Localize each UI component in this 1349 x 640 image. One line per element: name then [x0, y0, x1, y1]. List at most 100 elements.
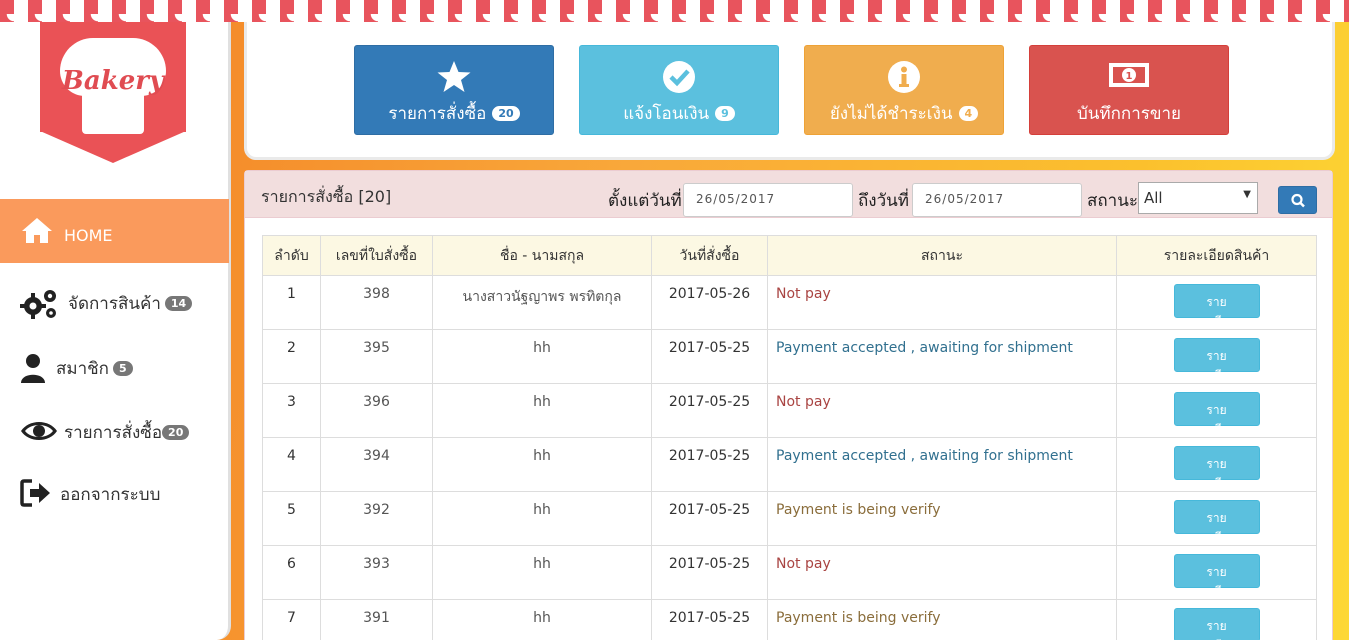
- awning-scallop: [0, 14, 1349, 26]
- detail-button[interactable]: รายละเอียด: [1173, 608, 1260, 640]
- count-badge: 4: [958, 106, 979, 121]
- search-button[interactable]: [1278, 186, 1317, 214]
- tile-label: แจ้งโอนเงิน: [623, 104, 710, 124]
- detail-button[interactable]: รายละเอียด: [1173, 338, 1260, 382]
- sidebar-item-products[interactable]: จัดการสินค้า 14: [0, 271, 229, 335]
- cell-name: hh: [432, 491, 652, 546]
- cell-name: hh: [432, 545, 652, 600]
- detail-button[interactable]: รายละเอียด: [1173, 554, 1260, 598]
- count-badge: 20: [492, 106, 520, 121]
- tile-unpaid[interactable]: ยังไม่ได้ชำระเงิน 4: [804, 45, 1004, 135]
- eye-icon: [20, 416, 57, 448]
- chef-hat-icon: Bakery: [60, 38, 166, 134]
- count-badge: 14: [164, 295, 193, 311]
- check-circle-icon: [580, 60, 778, 94]
- detail-button[interactable]: รายละเอียด: [1173, 392, 1260, 436]
- cell-name: hh: [432, 599, 652, 640]
- status-filter-label: สถานะ: [1087, 191, 1138, 211]
- svg-text:1: 1: [1126, 71, 1133, 82]
- star-icon: [355, 60, 553, 94]
- to-date-label: ถึงวันที่: [858, 191, 909, 211]
- money-icon: 1: [1030, 60, 1228, 94]
- panel-title: รายการสั่งซื้อ [20]: [261, 187, 392, 206]
- count-badge: 5: [112, 360, 133, 376]
- detail-button[interactable]: รายละเอียด: [1173, 284, 1260, 328]
- cell-date: 2017-05-25: [651, 329, 768, 384]
- cell-date: 2017-05-25: [651, 383, 768, 438]
- summary-card: รายการสั่งซื้อ 20 แจ้งโอนเงิน 9 ยังไม่ได้ช…: [244, 10, 1335, 160]
- cell-name: hh: [432, 329, 652, 384]
- cell-status: Payment accepted , awaiting for shipment: [767, 329, 1117, 384]
- cell-date: 2017-05-26: [651, 275, 768, 330]
- sidebar-item-label: HOME: [64, 225, 113, 245]
- cell-date: 2017-05-25: [651, 437, 768, 492]
- table-header-row: ลำดับ เลขที่ใบสั่งซื้อ ชื่อ - นามสกุล วั…: [262, 235, 1317, 276]
- cell-order-id: 393: [320, 545, 433, 600]
- cell-date: 2017-05-25: [651, 491, 768, 546]
- tile-orders[interactable]: รายการสั่งซื้อ 20: [354, 45, 554, 135]
- table-row: 5 392 hh 2017-05-25 Payment is being ver…: [262, 491, 1317, 546]
- table-row: 1 398 นางสาวนัฐญาพร พรทิตกุล 2017-05-26 …: [262, 275, 1317, 330]
- column-header[interactable]: เลขที่ใบสั่งซื้อ: [320, 235, 433, 276]
- table-row: 4 394 hh 2017-05-25 Payment accepted , a…: [262, 437, 1317, 492]
- sidebar-item-label: สมาชิก: [56, 358, 109, 379]
- cell-detail: รายละเอียด: [1116, 437, 1317, 492]
- search-icon: [1291, 193, 1305, 208]
- sidebar-item-label: รายการสั่งซื้อ: [64, 422, 163, 443]
- cell-index: 4: [262, 437, 321, 492]
- tile-label: รายการสั่งซื้อ: [388, 104, 487, 124]
- cell-index: 3: [262, 383, 321, 438]
- cell-status: Payment is being verify: [767, 599, 1117, 640]
- cell-name: hh: [432, 383, 652, 438]
- from-date-input[interactable]: 26/05/2017: [683, 183, 853, 217]
- sign-out-icon: [20, 478, 52, 510]
- column-header[interactable]: วันที่สั่งซื้อ: [651, 235, 768, 276]
- sidebar-item-home[interactable]: HOME: [0, 199, 229, 263]
- cell-order-id: 396: [320, 383, 433, 438]
- cell-detail: รายละเอียด: [1116, 545, 1317, 600]
- tile-label: ยังไม่ได้ชำระเงิน: [829, 104, 953, 124]
- sidebar-item-orders[interactable]: รายการสั่งซื้อ 20: [0, 400, 229, 464]
- tile-label: บันทึกการขาย: [1076, 104, 1181, 124]
- table-row: 7 391 hh 2017-05-25 Payment is being ver…: [262, 599, 1317, 640]
- cell-index: 2: [262, 329, 321, 384]
- column-header[interactable]: ชื่อ - นามสกุล: [432, 235, 652, 276]
- detail-button[interactable]: รายละเอียด: [1173, 446, 1260, 490]
- sidebar-item-label: จัดการสินค้า: [68, 293, 161, 314]
- column-header[interactable]: ลำดับ: [262, 235, 321, 276]
- cell-status: Not pay: [767, 545, 1117, 600]
- orders-table: ลำดับ เลขที่ใบสั่งซื้อ ชื่อ - นามสกุล วั…: [262, 235, 1317, 640]
- info-circle-icon: [805, 60, 1003, 94]
- from-date-label: ตั้งแต่วันที่: [608, 191, 682, 211]
- cell-detail: รายละเอียด: [1116, 491, 1317, 546]
- cell-date: 2017-05-25: [651, 599, 768, 640]
- cell-status: Payment accepted , awaiting for shipment: [767, 437, 1117, 492]
- sidebar-item-logout[interactable]: ออกจากระบบ: [0, 462, 229, 526]
- status-select[interactable]: All ▼: [1138, 182, 1258, 214]
- to-date-input[interactable]: 26/05/2017: [912, 183, 1082, 217]
- sidebar-item-label: ออกจากระบบ: [60, 484, 161, 505]
- cell-index: 5: [262, 491, 321, 546]
- detail-button[interactable]: รายละเอียด: [1173, 500, 1260, 544]
- cell-detail: รายละเอียด: [1116, 275, 1317, 330]
- cell-order-id: 394: [320, 437, 433, 492]
- cell-detail: รายละเอียด: [1116, 329, 1317, 384]
- cell-order-id: 398: [320, 275, 433, 330]
- table-row: 2 395 hh 2017-05-25 Payment accepted , a…: [262, 329, 1317, 384]
- status-select-value: All: [1144, 189, 1163, 207]
- cell-detail: รายละเอียด: [1116, 599, 1317, 640]
- tile-sales-record[interactable]: 1 บันทึกการขาย: [1029, 45, 1229, 135]
- caret-down-icon: ▼: [1243, 189, 1251, 200]
- column-header[interactable]: รายละเอียดสินค้า: [1116, 235, 1317, 276]
- sidebar: Bakery HOME จัดการสินค้า 14 สมาชิก 5 ราย…: [0, 0, 231, 640]
- home-icon: [20, 215, 56, 247]
- column-header[interactable]: สถานะ: [767, 235, 1117, 276]
- sidebar-item-members[interactable]: สมาชิก 5: [0, 336, 229, 400]
- orders-panel: รายการสั่งซื้อ [20] ตั้งแต่วันที่ 26/05/…: [244, 170, 1333, 640]
- cell-status: Payment is being verify: [767, 491, 1117, 546]
- tile-payment-notice[interactable]: แจ้งโอนเงิน 9: [579, 45, 779, 135]
- orders-panel-header: รายการสั่งซื้อ [20] ตั้งแต่วันที่ 26/05/…: [245, 171, 1332, 218]
- bakery-logo[interactable]: Bakery: [40, 20, 186, 163]
- user-icon: [20, 352, 48, 384]
- table-row: 3 396 hh 2017-05-25 Not pay รายละเอียด: [262, 383, 1317, 438]
